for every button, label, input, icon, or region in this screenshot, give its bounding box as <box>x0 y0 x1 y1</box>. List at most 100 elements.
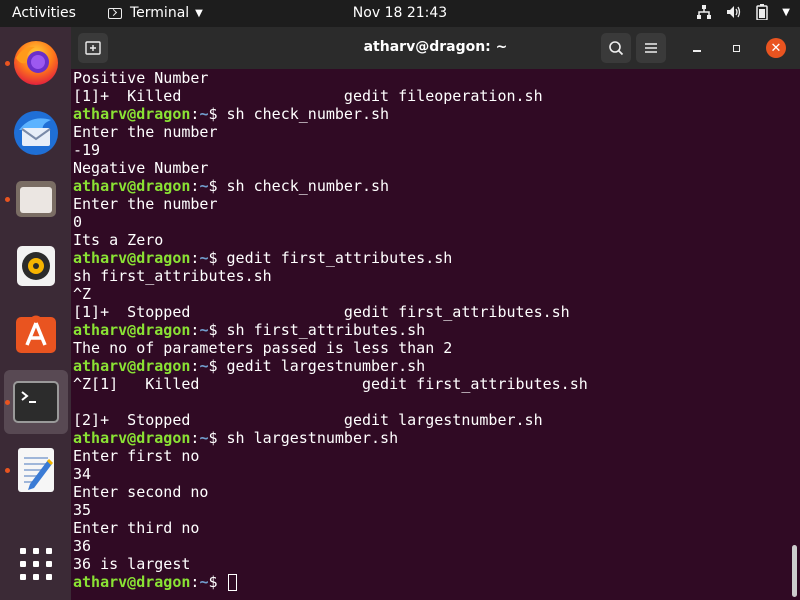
terminal-icon <box>13 381 59 423</box>
maximize-icon <box>732 44 740 52</box>
search-icon <box>609 41 624 56</box>
output-line: 36 is largest <box>73 555 787 573</box>
prompt-line: atharv@dragon:~$ gedit largestnumber.sh <box>73 357 787 375</box>
prompt-user-host: atharv@dragon <box>73 177 191 195</box>
command-text: $ sh check_number.sh <box>208 105 390 123</box>
prompt-user-host: atharv@dragon <box>73 321 191 339</box>
menu-button[interactable] <box>636 33 666 63</box>
command-text: $ gedit first_attributes.sh <box>208 249 453 267</box>
output-text: Enter third no <box>73 519 200 537</box>
window-title: atharv@dragon: ~ <box>363 39 508 55</box>
prompt-user-host: atharv@dragon <box>73 357 191 375</box>
text-editor-icon <box>18 448 54 492</box>
command-text: $ gedit largestnumber.sh <box>208 357 426 375</box>
output-text: ^Z[1] Killed gedit first_attributes.sh <box>73 375 588 393</box>
running-indicator <box>5 400 10 405</box>
output-line: Enter the number <box>73 123 787 141</box>
output-text: The no of parameters passed is less than… <box>73 339 453 357</box>
dock-terminal[interactable] <box>4 370 68 434</box>
top-bar: Activities Terminal ▼ Nov 18 21:43 ▼ <box>0 0 800 27</box>
close-button[interactable]: ✕ <box>766 38 786 58</box>
activities-button[interactable]: Activities <box>12 5 76 21</box>
hamburger-menu-icon <box>645 43 657 53</box>
prompt-line: atharv@dragon:~$ sh check_number.sh <box>73 105 787 123</box>
dock-software[interactable] <box>4 302 68 366</box>
dock-thunderbird[interactable] <box>4 101 68 165</box>
app-menu-label: Terminal <box>130 5 190 21</box>
dock-text-editor[interactable] <box>4 438 68 502</box>
output-line: -19 <box>73 141 787 159</box>
search-button[interactable] <box>601 33 631 63</box>
output-text: Negative Number <box>73 159 209 177</box>
output-line: 0 <box>73 213 787 231</box>
new-tab-icon <box>85 41 101 55</box>
caret-down-icon: ▼ <box>195 7 203 19</box>
terminal-icon <box>108 7 122 19</box>
output-line: 35 <box>73 501 787 519</box>
output-line: Its a Zero <box>73 231 787 249</box>
prompt-user-host: atharv@dragon <box>73 573 191 591</box>
prompt-line: atharv@dragon:~$ <box>73 573 787 591</box>
dock-firefox[interactable] <box>4 31 68 95</box>
output-line: The no of parameters passed is less than… <box>73 339 787 357</box>
output-line: [1]+ Killed gedit fileoperation.sh <box>73 87 787 105</box>
firefox-icon <box>14 41 58 85</box>
software-center-icon <box>16 315 56 353</box>
output-text: Enter first no <box>73 447 200 465</box>
running-indicator <box>5 61 10 66</box>
output-text: 35 <box>73 501 92 519</box>
volume-icon[interactable] <box>726 4 742 20</box>
power-menu-icon[interactable]: ▼ <box>782 7 790 18</box>
app-grid-icon <box>20 548 52 580</box>
output-line: [1]+ Stopped gedit first_attributes.sh <box>73 303 787 321</box>
prompt-user-host: atharv@dragon <box>73 249 191 267</box>
maximize-button[interactable] <box>726 38 746 58</box>
header-bar[interactable]: atharv@dragon: ~ ✕ <box>71 27 800 69</box>
rhythmbox-icon <box>17 246 55 286</box>
output-line: [2]+ Stopped gedit largestnumber.sh <box>73 411 787 429</box>
output-line: sh first_attributes.sh <box>73 267 787 285</box>
files-icon <box>16 181 56 217</box>
output-line: 36 <box>73 537 787 555</box>
output-text: -19 <box>73 141 101 159</box>
thunderbird-icon <box>14 111 58 155</box>
output-text: Enter the number <box>73 195 218 213</box>
prompt-line: atharv@dragon:~$ sh first_attributes.sh <box>73 321 787 339</box>
minimize-icon <box>693 50 701 52</box>
prompt-line: atharv@dragon:~$ sh largestnumber.sh <box>73 429 787 447</box>
prompt-line: atharv@dragon:~$ sh check_number.sh <box>73 177 787 195</box>
output-text: 36 <box>73 537 92 555</box>
output-line: Enter first no <box>73 447 787 465</box>
output-text: 34 <box>73 465 92 483</box>
scrollbar[interactable] <box>792 545 797 597</box>
command-text: $ sh check_number.sh <box>208 177 390 195</box>
network-icon[interactable] <box>696 4 712 20</box>
text-cursor <box>227 574 237 591</box>
output-line: 34 <box>73 465 787 483</box>
output-line: Enter third no <box>73 519 787 537</box>
output-line: Enter the number <box>73 195 787 213</box>
output-text: 36 is largest <box>73 555 191 573</box>
output-text: [2]+ Stopped gedit largestnumber.sh <box>73 411 543 429</box>
command-text: $ sh first_attributes.sh <box>208 321 426 339</box>
output-line: Negative Number <box>73 159 787 177</box>
output-line: Enter second no <box>73 483 787 501</box>
close-icon: ✕ <box>770 40 782 56</box>
minimize-button[interactable] <box>687 38 707 58</box>
output-text: Its a Zero <box>73 231 164 249</box>
output-text: Enter second no <box>73 483 209 501</box>
system-tray[interactable]: ▼ <box>696 4 790 20</box>
clock[interactable]: Nov 18 21:43 <box>353 5 447 21</box>
dock-files[interactable] <box>4 167 68 231</box>
prompt-line: atharv@dragon:~$ gedit first_attributes.… <box>73 249 787 267</box>
running-indicator <box>5 468 10 473</box>
battery-icon[interactable] <box>756 4 769 20</box>
dock-show-apps[interactable] <box>4 532 68 596</box>
terminal-output[interactable]: Positive Number [1]+ Killed gedit fileope… <box>73 69 787 600</box>
output-text: Enter the number <box>73 123 218 141</box>
app-menu-button[interactable]: Terminal ▼ <box>108 5 203 21</box>
command-text: $ <box>208 573 227 591</box>
new-tab-button[interactable] <box>78 33 108 63</box>
dock-rhythmbox[interactable] <box>4 234 68 298</box>
